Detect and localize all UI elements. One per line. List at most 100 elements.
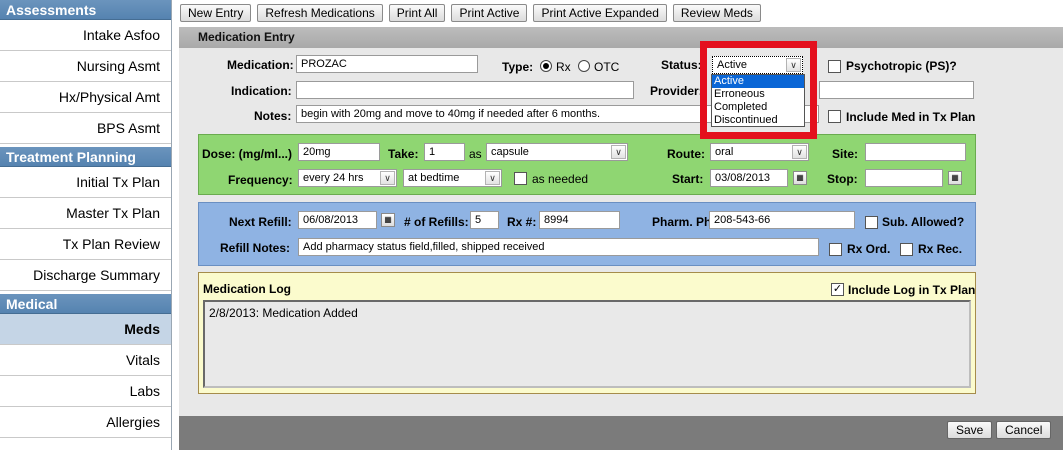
type-rx-label: Rx xyxy=(556,60,571,74)
include-log-checkbox[interactable]: ✓ xyxy=(831,283,844,296)
page-title: Medication Entry xyxy=(179,27,1063,48)
type-label: Type: xyxy=(502,60,534,74)
review-meds-button[interactable]: Review Meds xyxy=(672,4,761,22)
type-otc-radio[interactable] xyxy=(578,60,590,72)
calendar-icon[interactable]: ▦ xyxy=(793,171,807,185)
log-entry: 2/8/2013: Medication Added xyxy=(209,306,358,320)
medication-input[interactable]: PROZAC xyxy=(296,55,478,73)
frequency-selected-value: every 24 hrs xyxy=(303,172,364,184)
take-input[interactable]: 1 xyxy=(424,143,465,161)
frequency-label: Frequency: xyxy=(228,173,293,187)
route-label: Route: xyxy=(667,147,705,161)
as-needed-checkbox[interactable] xyxy=(514,172,527,185)
type-rx-radio[interactable] xyxy=(540,60,552,72)
stop-date-input[interactable] xyxy=(865,169,943,187)
sidebar-item-labs[interactable]: Labs xyxy=(0,376,171,407)
pharm-ph-label: Pharm. Ph: xyxy=(652,215,716,229)
route-selected-value: oral xyxy=(715,146,734,158)
indication-label: Indication: xyxy=(231,84,292,98)
site-label: Site: xyxy=(832,147,859,161)
new-entry-button[interactable]: New Entry xyxy=(180,4,252,22)
status-option-completed[interactable]: Completed xyxy=(712,101,804,114)
num-refills-input[interactable]: 5 xyxy=(470,211,499,229)
chevron-down-icon[interactable]: ∨ xyxy=(380,171,395,185)
dose-input[interactable]: 20mg xyxy=(298,143,380,161)
sidebar: Assessments Intake Asfoo Nursing Asmt Hx… xyxy=(0,0,172,450)
chevron-down-icon[interactable]: ∨ xyxy=(786,58,801,72)
print-all-button[interactable]: Print All xyxy=(388,4,446,22)
refresh-medications-button[interactable]: Refresh Medications xyxy=(257,4,383,22)
provider-input[interactable] xyxy=(819,81,974,99)
chevron-down-icon[interactable]: ∨ xyxy=(485,171,500,185)
pharm-phone-input[interactable]: 208-543-66 xyxy=(709,211,855,229)
medication-log-title: Medication Log xyxy=(203,282,291,296)
save-button[interactable]: Save xyxy=(947,421,993,439)
stop-label: Stop: xyxy=(827,172,858,186)
provider-label: Provider: xyxy=(650,84,703,98)
frequency-when-select[interactable]: at bedtime ∨ xyxy=(403,169,502,187)
sidebar-item-tx-plan-review[interactable]: Tx Plan Review xyxy=(0,229,171,260)
as-select[interactable]: capsule ∨ xyxy=(486,143,628,161)
status-option-erroneous[interactable]: Erroneous xyxy=(712,88,804,101)
status-dropdown-list: Active Erroneous Completed Discontinued xyxy=(711,74,805,127)
status-label: Status: xyxy=(661,58,702,72)
sub-allowed-checkbox[interactable] xyxy=(865,216,878,229)
toolbar: New Entry Refresh Medications Print All … xyxy=(180,4,761,24)
sidebar-item-discharge-summary[interactable]: Discharge Summary xyxy=(0,260,171,291)
medication-label: Medication: xyxy=(227,58,294,72)
refill-notes-input[interactable]: Add pharmacy status field,filled, shippe… xyxy=(298,238,819,256)
chevron-down-icon[interactable]: ∨ xyxy=(792,145,807,159)
sidebar-item-nursing-asmt[interactable]: Nursing Asmt xyxy=(0,51,171,82)
dose-label: Dose: (mg/ml...) xyxy=(202,147,293,161)
psychotropic-label: Psychotropic (PS)? xyxy=(846,59,957,73)
rx-rec-checkbox[interactable] xyxy=(900,243,913,256)
rx-ord-label: Rx Ord. xyxy=(847,242,891,256)
type-otc-label: OTC xyxy=(594,60,620,74)
frequency-when-selected-value: at bedtime xyxy=(408,172,460,184)
sidebar-item-meds[interactable]: Meds xyxy=(0,314,171,345)
medication-entry-panel: Medication Entry Medication: PROZAC Type… xyxy=(179,27,1063,450)
include-med-label: Include Med in Tx Plan xyxy=(846,110,976,124)
as-needed-label: as needed xyxy=(532,172,589,186)
next-refill-label: Next Refill: xyxy=(229,215,292,229)
start-label: Start: xyxy=(672,172,704,186)
include-med-checkbox[interactable] xyxy=(828,110,841,123)
footer-bar: Save Cancel xyxy=(179,416,1063,450)
medication-log-panel: Medication Log ✓ Include Log in Tx Plan … xyxy=(198,272,976,394)
site-input[interactable] xyxy=(865,143,966,161)
sidebar-item-intake[interactable]: Intake Asfoo xyxy=(0,20,171,51)
chevron-down-icon[interactable]: ∨ xyxy=(611,145,626,159)
status-option-active[interactable]: Active xyxy=(712,75,804,88)
status-selected-value: Active xyxy=(717,59,747,71)
sidebar-item-hx-physical[interactable]: Hx/Physical Amt xyxy=(0,82,171,113)
calendar-icon[interactable]: ▦ xyxy=(948,171,962,185)
indication-input[interactable] xyxy=(296,81,634,99)
dose-panel: Dose: (mg/ml...) 20mg Take: 1 as capsule… xyxy=(198,134,976,195)
print-active-button[interactable]: Print Active xyxy=(451,4,528,22)
route-select[interactable]: oral ∨ xyxy=(710,143,809,161)
rx-ord-checkbox[interactable] xyxy=(829,243,842,256)
print-active-expanded-button[interactable]: Print Active Expanded xyxy=(533,4,667,22)
sidebar-item-bps-asmt[interactable]: BPS Asmt xyxy=(0,113,171,144)
num-refills-label: # of Refills: xyxy=(404,215,469,229)
section-header-assessments: Assessments xyxy=(0,0,171,20)
rx-num-input[interactable]: 8994 xyxy=(539,211,620,229)
next-refill-input[interactable]: 06/08/2013 xyxy=(298,211,377,229)
status-option-discontinued[interactable]: Discontinued xyxy=(712,114,804,127)
refill-panel: Next Refill: 06/08/2013 ▦ # of Refills: … xyxy=(198,202,976,266)
status-select[interactable]: Active ∨ xyxy=(712,56,803,74)
calendar-icon[interactable]: ▦ xyxy=(381,213,395,227)
sidebar-item-master-tx-plan[interactable]: Master Tx Plan xyxy=(0,198,171,229)
sidebar-item-initial-tx-plan[interactable]: Initial Tx Plan xyxy=(0,167,171,198)
psychotropic-checkbox[interactable] xyxy=(828,60,841,73)
sidebar-item-vitals[interactable]: Vitals xyxy=(0,345,171,376)
start-date-input[interactable]: 03/08/2013 xyxy=(710,169,788,187)
notes-label: Notes: xyxy=(254,109,292,123)
rx-num-label: Rx #: xyxy=(507,215,537,229)
frequency-select[interactable]: every 24 hrs ∨ xyxy=(298,169,397,187)
medication-log-textarea[interactable]: 2/8/2013: Medication Added xyxy=(203,300,971,388)
cancel-button[interactable]: Cancel xyxy=(996,421,1052,439)
sidebar-item-allergies[interactable]: Allergies xyxy=(0,407,171,438)
section-header-medical: Medical xyxy=(0,294,171,314)
as-label: as xyxy=(469,147,482,161)
